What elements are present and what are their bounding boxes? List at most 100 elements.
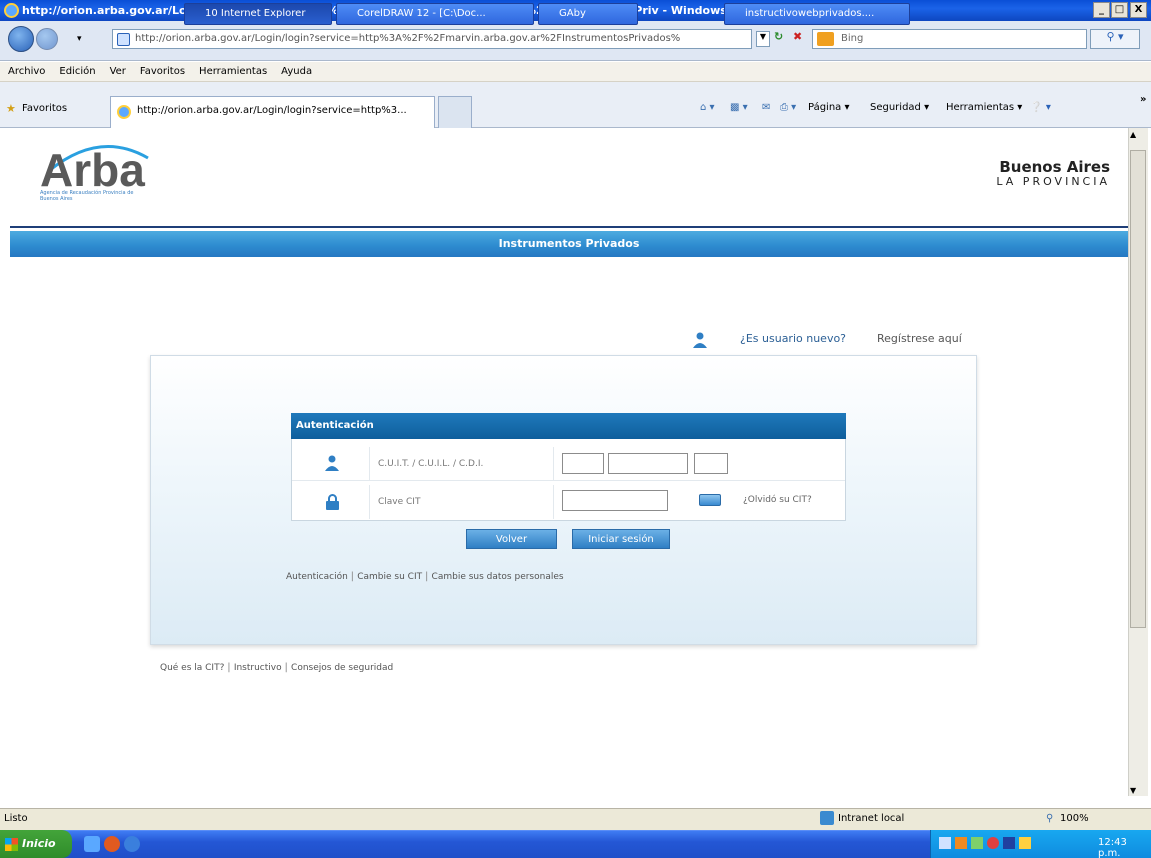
cuit-check-digit-input[interactable] <box>694 453 728 474</box>
taskbar-item-coreldraw[interactable]: CorelDRAW 12 - [C:\Doc... <box>336 3 534 25</box>
zoom-level[interactable]: 100% <box>1060 813 1089 824</box>
taskbar-item-document[interactable]: instructivowebprivados.... <box>724 3 910 25</box>
tools-menu[interactable]: Herramientas ▾ <box>946 102 1022 113</box>
auth-link-change-cit[interactable]: Cambie su CIT <box>357 572 422 582</box>
cit-icon-cell <box>292 485 370 519</box>
mail-icon[interactable]: ✉ <box>762 102 770 113</box>
buenos-aires-logo: Buenos Aires LA PROVINCIA <box>970 160 1110 190</box>
start-button[interactable]: Inicio <box>0 830 72 858</box>
tray-icon[interactable] <box>1003 837 1015 849</box>
scroll-down-icon[interactable]: ▼ <box>1130 786 1136 795</box>
menu-herramientas[interactable]: Herramientas <box>199 66 267 77</box>
auth-links: Autenticación | Cambie su CIT | Cambie s… <box>286 571 564 582</box>
tab-current[interactable]: http://orion.arba.gov.ar/Login/login?ser… <box>110 96 435 128</box>
new-user-question[interactable]: ¿Es usuario nuevo? <box>740 332 846 345</box>
tray-icon[interactable] <box>955 837 967 849</box>
forward-arrow-icon[interactable] <box>36 28 58 50</box>
login-button[interactable]: Iniciar sesión <box>572 529 670 549</box>
register-link[interactable]: Regístrese aquí <box>877 332 962 345</box>
menu-favoritos[interactable]: Favoritos <box>140 66 185 77</box>
refresh-icon[interactable]: ↻ <box>774 30 790 48</box>
start-label: Inicio <box>22 837 56 850</box>
tray-icon[interactable] <box>971 837 983 849</box>
new-tab-button[interactable] <box>438 96 472 128</box>
security-zone[interactable]: Intranet local <box>838 813 904 824</box>
address-bar[interactable]: http://orion.arba.gov.ar/Login/login?ser… <box>112 29 752 49</box>
bing-icon <box>817 32 834 46</box>
lock-icon <box>326 494 339 513</box>
cit-label: Clave CIT <box>370 485 554 519</box>
back-button[interactable]: Volver <box>466 529 557 549</box>
page-menu[interactable]: Página ▾ <box>808 102 850 113</box>
history-dropdown-icon[interactable]: ▾ <box>77 34 82 44</box>
header-divider <box>10 226 1128 228</box>
arba-logo-subtext: Agencia de Recaudación Provincia de Buen… <box>40 190 134 202</box>
ie-tab-icon <box>117 105 131 119</box>
ie-quicklaunch-icon[interactable] <box>124 836 140 852</box>
forgot-cit-link[interactable]: ¿Olvidó su CIT? <box>743 495 812 505</box>
feeds-icon[interactable]: ▩ ▾ <box>730 102 748 113</box>
cuit-number-input[interactable] <box>608 453 688 474</box>
home-icon[interactable]: ⌂ ▾ <box>700 102 715 113</box>
user-icon <box>325 455 339 474</box>
search-placeholder: Bing <box>841 33 864 44</box>
menu-bar: Archivo Edición Ver Favoritos Herramient… <box>0 62 1151 82</box>
favorites-button[interactable]: Favoritos <box>22 103 67 114</box>
quicklaunch-icon[interactable] <box>104 836 120 852</box>
tray-icon[interactable] <box>987 837 999 849</box>
maximize-button[interactable]: □ <box>1111 2 1128 18</box>
tray-icon[interactable] <box>939 837 951 849</box>
menu-ayuda[interactable]: Ayuda <box>281 66 312 77</box>
print-icon[interactable]: ⎙ ▾ <box>780 102 796 113</box>
favorites-bar: ★ Favoritos http://orion.arba.gov.ar/Log… <box>0 82 1151 128</box>
cuit-label: C.U.I.T. / C.U.I.L. / C.D.I. <box>370 447 554 480</box>
taskbar-item-folder[interactable]: GAby <box>538 3 638 25</box>
footer-link-what-is-cit[interactable]: Qué es la CIT? <box>160 663 224 673</box>
keyboard-icon[interactable] <box>699 494 721 506</box>
page-icon <box>117 33 130 46</box>
minimize-button[interactable]: _ <box>1093 2 1110 18</box>
menu-archivo[interactable]: Archivo <box>8 66 45 77</box>
address-dropdown-icon[interactable]: ▼ <box>756 31 770 47</box>
status-bar: Listo Intranet local ⚲ 100% <box>0 808 1151 830</box>
ie-icon <box>4 3 19 18</box>
menu-edicion[interactable]: Edición <box>59 66 95 77</box>
arba-logo[interactable]: Arba Agencia de Recaudación Provincia de… <box>40 140 150 205</box>
close-button[interactable]: X <box>1130 2 1147 18</box>
section-title-bar: Instrumentos Privados <box>10 231 1128 257</box>
system-tray: 12:43 p.m. <box>930 830 1151 858</box>
security-menu[interactable]: Seguridad ▾ <box>870 102 929 113</box>
taskbar-item-ie[interactable]: 10 Internet Explorer <box>184 3 332 25</box>
search-icon[interactable]: ⚲ ▾ <box>1090 29 1140 49</box>
auth-header: Autenticación <box>291 413 846 439</box>
star-icon: ★ <box>6 102 16 115</box>
cuit-prefix-input[interactable] <box>562 453 604 474</box>
province-subtitle: LA PROVINCIA <box>996 175 1110 188</box>
intranet-icon <box>820 811 834 825</box>
address-text: http://orion.arba.gov.ar/Login/login?ser… <box>135 33 681 44</box>
back-arrow-icon[interactable] <box>8 26 34 52</box>
show-desktop-icon[interactable] <box>84 836 100 852</box>
cuit-icon-cell <box>292 447 370 480</box>
auth-link-autenticacion[interactable]: Autenticación <box>286 572 348 582</box>
auth-link-change-data[interactable]: Cambie sus datos personales <box>432 572 564 582</box>
navigation-bar: ▾ http://orion.arba.gov.ar/Login/login?s… <box>0 21 1151 61</box>
tray-icon[interactable] <box>1019 837 1031 849</box>
zoom-icon[interactable]: ⚲ <box>1046 813 1053 824</box>
clock: 12:43 p.m. <box>1098 837 1127 858</box>
footer-link-security-tips[interactable]: Consejos de seguridad <box>291 663 393 673</box>
search-input[interactable]: Bing <box>812 29 1087 49</box>
status-text: Listo <box>4 813 28 824</box>
menu-ver[interactable]: Ver <box>110 66 126 77</box>
stop-icon[interactable]: ✖ <box>793 30 809 48</box>
province-name: Buenos Aires <box>999 158 1110 176</box>
help-icon[interactable]: ❔ ▾ <box>1030 102 1051 113</box>
tab-title: http://orion.arba.gov.ar/Login/login?ser… <box>137 105 407 116</box>
toolbar-overflow-icon[interactable]: » <box>1140 94 1146 105</box>
cit-password-input[interactable] <box>562 490 668 511</box>
windows-logo-icon <box>5 838 18 851</box>
scroll-up-icon[interactable]: ▲ <box>1130 130 1136 139</box>
footer-link-instructivo[interactable]: Instructivo <box>234 663 282 673</box>
scrollbar-thumb[interactable] <box>1130 150 1146 628</box>
user-icon <box>693 332 707 348</box>
